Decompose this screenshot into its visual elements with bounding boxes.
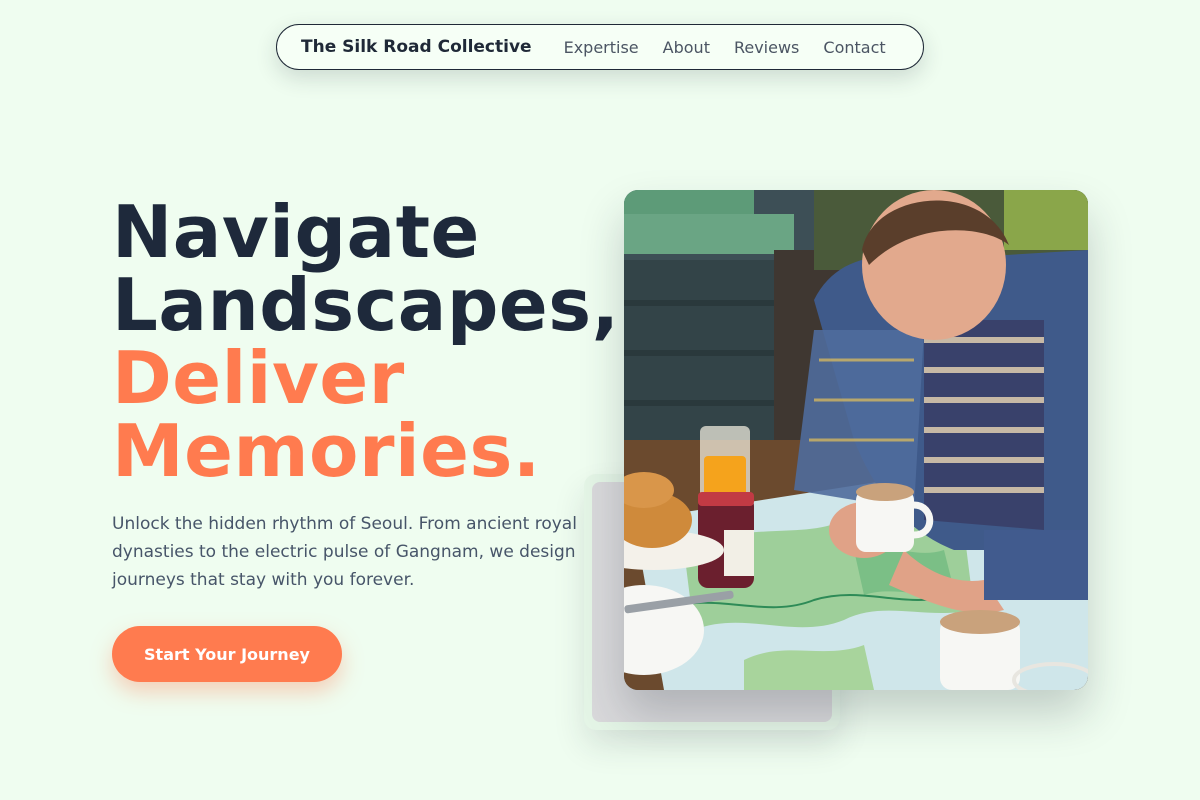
nav-link-reviews[interactable]: Reviews (734, 38, 799, 57)
hero-description: Unlock the hidden rhythm of Seoul. From … (112, 514, 577, 590)
brand-logo[interactable]: The Silk Road Collective (301, 37, 532, 57)
nav-link-expertise[interactable]: Expertise (564, 38, 639, 57)
start-journey-button[interactable]: Start Your Journey (112, 626, 342, 682)
headline-line-1: Navigate (112, 190, 480, 274)
nav-link-contact[interactable]: Contact (823, 38, 885, 57)
headline-accent-line-1: Deliver (112, 336, 405, 420)
nav-link-about[interactable]: About (663, 38, 710, 57)
headline-line-2: Landscapes, (112, 263, 620, 347)
top-navigation: The Silk Road Collective Expertise About… (276, 24, 924, 70)
hero-photo-traveler-with-map (624, 190, 1088, 690)
hero-headline: Navigate Landscapes, Deliver Memories. (112, 196, 619, 488)
headline-accent-line-2: Memories. (112, 409, 541, 493)
